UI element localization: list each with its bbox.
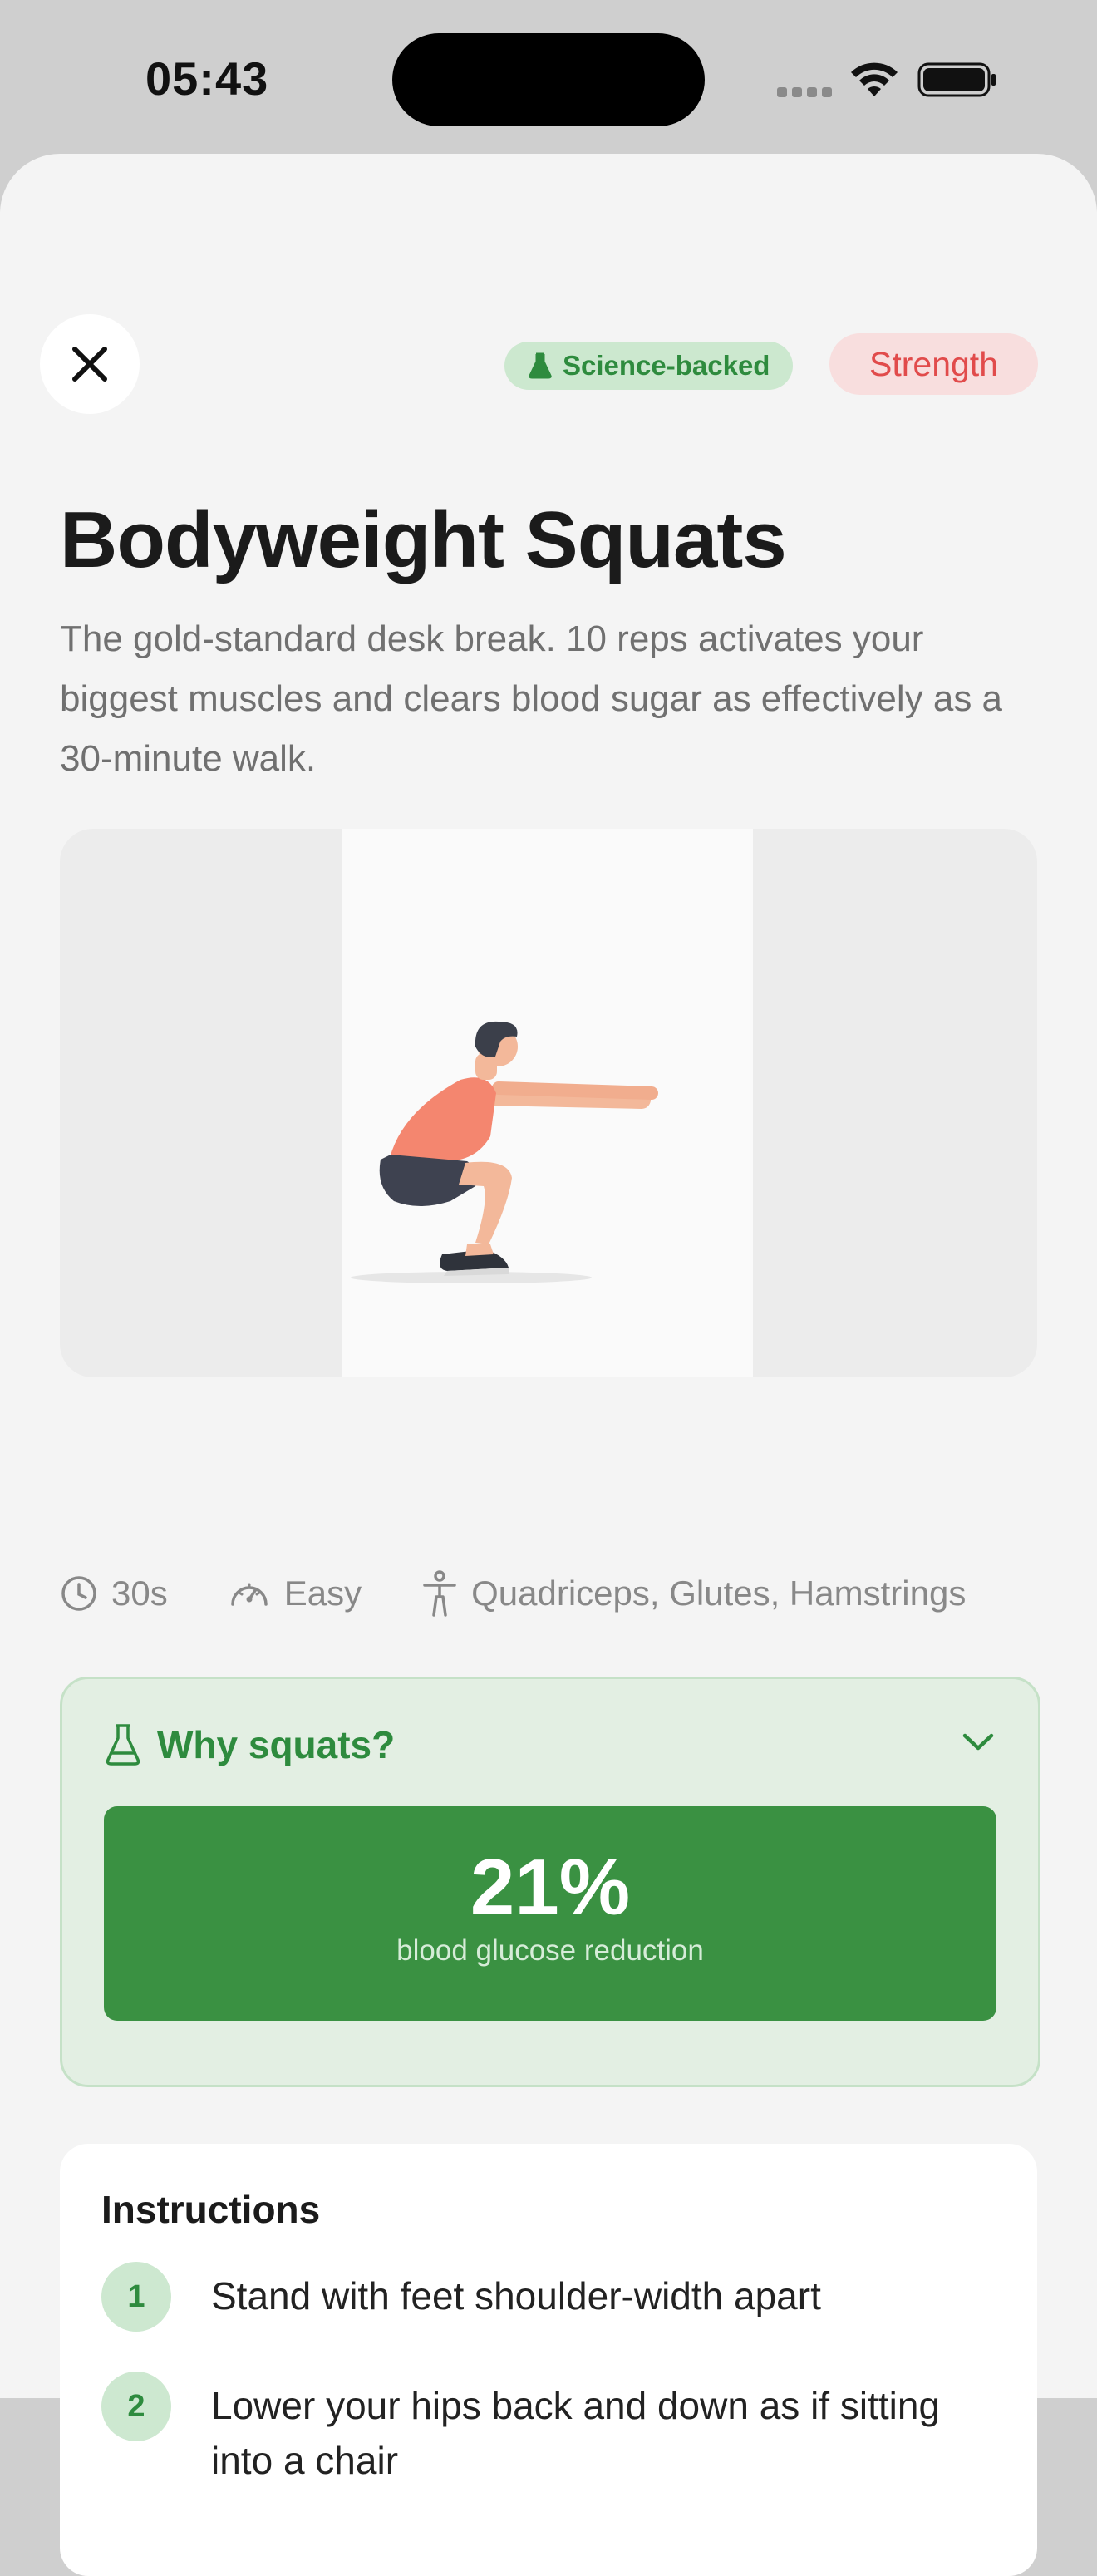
wifi-icon: [851, 62, 898, 96]
flask-outline-icon: [106, 1724, 140, 1766]
difficulty-meta: Easy: [228, 1574, 362, 1613]
step-text: Stand with feet shoulder-width apart: [211, 2274, 821, 2317]
step-number: 1: [101, 2262, 171, 2332]
chevron-down-icon[interactable]: [962, 1732, 995, 1752]
body-icon: [423, 1570, 456, 1617]
exercise-illustration: [60, 829, 1037, 1377]
stat-box: 21% blood glucose reduction: [104, 1806, 996, 2021]
difficulty-value: Easy: [283, 1574, 362, 1613]
why-header: Why squats?: [104, 1722, 395, 1767]
instructions-card: Instructions 1 Stand with feet shoulder-…: [60, 2144, 1037, 2576]
step-text: Lower your hips back and down as if sitt…: [211, 2384, 941, 2482]
muscles-value: Quadriceps, Glutes, Hamstrings: [471, 1574, 967, 1613]
category-badge-label: Strength: [869, 344, 998, 383]
instruction-step: 2 Lower your hips back and down as if si…: [101, 2372, 1009, 2488]
why-heading: Why squats?: [157, 1723, 396, 1766]
battery-icon: [917, 62, 996, 97]
status-bar: 05:43: [0, 0, 1097, 154]
gauge-icon: [230, 1583, 268, 1606]
science-backed-badge: Science-backed: [504, 342, 794, 390]
duration-meta: 30s: [60, 1574, 168, 1613]
category-badge: Strength: [829, 333, 1038, 395]
clock-icon: [61, 1576, 96, 1611]
dynamic-island: [392, 33, 705, 126]
illustration-frame: [342, 829, 753, 1377]
duration-value: 30s: [111, 1574, 168, 1613]
exercise-description: The gold-standard desk break. 10 reps ac…: [60, 618, 1003, 779]
stat-label: blood glucose reduction: [396, 1934, 704, 1967]
status-time: 05:43: [145, 52, 269, 105]
muscles-meta: Quadriceps, Glutes, Hamstrings: [421, 1570, 966, 1617]
close-button[interactable]: [40, 314, 140, 414]
squat-figure-illustration: [351, 1021, 658, 1283]
stat-value: 21%: [470, 1843, 631, 1932]
instruction-step: 1 Stand with feet shoulder-width apart: [101, 2262, 1009, 2332]
cellular-signal-icon: [777, 86, 837, 101]
science-badge-label: Science-backed: [563, 350, 770, 381]
why-squats-panel[interactable]: Why squats? 21% blood glucose reduction: [60, 1677, 1040, 2087]
exercise-meta: 30s Easy Quadriceps, Glutes, Hamstrings: [60, 1567, 966, 1620]
exercise-detail-sheet: Science-backed Strength Bodyweight Squat…: [0, 154, 1097, 2576]
close-icon: [72, 347, 107, 382]
step-number: 2: [101, 2372, 171, 2441]
flask-icon: [529, 352, 552, 379]
exercise-title: Bodyweight Squats: [60, 495, 787, 584]
instructions-heading: Instructions: [101, 2188, 321, 2231]
